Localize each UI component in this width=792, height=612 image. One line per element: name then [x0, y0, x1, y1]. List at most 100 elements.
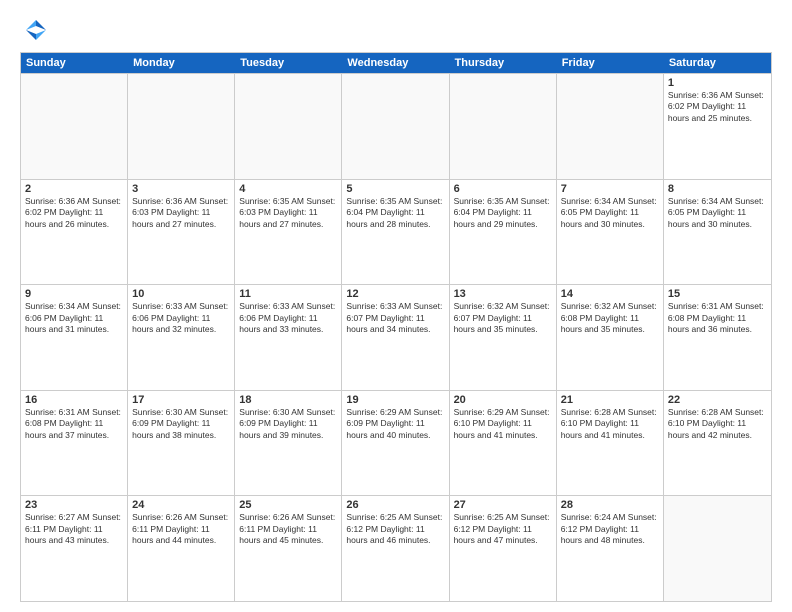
calendar-row: 23Sunrise: 6:27 AM Sunset: 6:11 PM Dayli…: [21, 495, 771, 601]
calendar-cell: 19Sunrise: 6:29 AM Sunset: 6:09 PM Dayli…: [342, 391, 449, 496]
calendar-cell: [21, 74, 128, 179]
day-info: Sunrise: 6:36 AM Sunset: 6:02 PM Dayligh…: [25, 196, 123, 230]
day-number: 10: [132, 288, 230, 300]
day-number: 24: [132, 499, 230, 511]
calendar-cell: [342, 74, 449, 179]
day-number: 27: [454, 499, 552, 511]
calendar-cell: 23Sunrise: 6:27 AM Sunset: 6:11 PM Dayli…: [21, 496, 128, 601]
calendar-cell: [557, 74, 664, 179]
calendar-cell: 13Sunrise: 6:32 AM Sunset: 6:07 PM Dayli…: [450, 285, 557, 390]
day-info: Sunrise: 6:34 AM Sunset: 6:05 PM Dayligh…: [561, 196, 659, 230]
calendar-row: 9Sunrise: 6:34 AM Sunset: 6:06 PM Daylig…: [21, 284, 771, 390]
calendar-cell: 18Sunrise: 6:30 AM Sunset: 6:09 PM Dayli…: [235, 391, 342, 496]
weekday-header: Tuesday: [235, 53, 342, 73]
calendar-body: 1Sunrise: 6:36 AM Sunset: 6:02 PM Daylig…: [21, 73, 771, 601]
day-info: Sunrise: 6:35 AM Sunset: 6:04 PM Dayligh…: [454, 196, 552, 230]
calendar-cell: 6Sunrise: 6:35 AM Sunset: 6:04 PM Daylig…: [450, 180, 557, 285]
day-number: 8: [668, 183, 767, 195]
day-number: 7: [561, 183, 659, 195]
day-info: Sunrise: 6:28 AM Sunset: 6:10 PM Dayligh…: [561, 407, 659, 441]
day-number: 19: [346, 394, 444, 406]
day-number: 13: [454, 288, 552, 300]
calendar-row: 1Sunrise: 6:36 AM Sunset: 6:02 PM Daylig…: [21, 73, 771, 179]
calendar-cell: [235, 74, 342, 179]
day-info: Sunrise: 6:33 AM Sunset: 6:07 PM Dayligh…: [346, 301, 444, 335]
day-info: Sunrise: 6:36 AM Sunset: 6:02 PM Dayligh…: [668, 90, 767, 124]
day-info: Sunrise: 6:26 AM Sunset: 6:11 PM Dayligh…: [239, 512, 337, 546]
day-info: Sunrise: 6:25 AM Sunset: 6:12 PM Dayligh…: [346, 512, 444, 546]
day-number: 17: [132, 394, 230, 406]
calendar-cell: 2Sunrise: 6:36 AM Sunset: 6:02 PM Daylig…: [21, 180, 128, 285]
day-number: 1: [668, 77, 767, 89]
calendar-cell: 1Sunrise: 6:36 AM Sunset: 6:02 PM Daylig…: [664, 74, 771, 179]
calendar-cell: 3Sunrise: 6:36 AM Sunset: 6:03 PM Daylig…: [128, 180, 235, 285]
day-number: 26: [346, 499, 444, 511]
weekday-header: Sunday: [21, 53, 128, 73]
calendar-cell: 21Sunrise: 6:28 AM Sunset: 6:10 PM Dayli…: [557, 391, 664, 496]
calendar-cell: 25Sunrise: 6:26 AM Sunset: 6:11 PM Dayli…: [235, 496, 342, 601]
calendar-cell: 8Sunrise: 6:34 AM Sunset: 6:05 PM Daylig…: [664, 180, 771, 285]
weekday-header: Thursday: [450, 53, 557, 73]
calendar-cell: 9Sunrise: 6:34 AM Sunset: 6:06 PM Daylig…: [21, 285, 128, 390]
weekday-header: Saturday: [664, 53, 771, 73]
day-number: 21: [561, 394, 659, 406]
calendar-cell: 4Sunrise: 6:35 AM Sunset: 6:03 PM Daylig…: [235, 180, 342, 285]
day-info: Sunrise: 6:34 AM Sunset: 6:06 PM Dayligh…: [25, 301, 123, 335]
day-info: Sunrise: 6:34 AM Sunset: 6:05 PM Dayligh…: [668, 196, 767, 230]
day-info: Sunrise: 6:32 AM Sunset: 6:08 PM Dayligh…: [561, 301, 659, 335]
day-info: Sunrise: 6:36 AM Sunset: 6:03 PM Dayligh…: [132, 196, 230, 230]
day-number: 12: [346, 288, 444, 300]
weekday-header: Friday: [557, 53, 664, 73]
day-info: Sunrise: 6:28 AM Sunset: 6:10 PM Dayligh…: [668, 407, 767, 441]
day-number: 16: [25, 394, 123, 406]
day-number: 15: [668, 288, 767, 300]
day-number: 18: [239, 394, 337, 406]
calendar-cell: 20Sunrise: 6:29 AM Sunset: 6:10 PM Dayli…: [450, 391, 557, 496]
day-number: 22: [668, 394, 767, 406]
logo: [20, 16, 50, 44]
calendar-cell: 5Sunrise: 6:35 AM Sunset: 6:04 PM Daylig…: [342, 180, 449, 285]
calendar-cell: 28Sunrise: 6:24 AM Sunset: 6:12 PM Dayli…: [557, 496, 664, 601]
day-number: 4: [239, 183, 337, 195]
day-info: Sunrise: 6:29 AM Sunset: 6:09 PM Dayligh…: [346, 407, 444, 441]
day-info: Sunrise: 6:35 AM Sunset: 6:03 PM Dayligh…: [239, 196, 337, 230]
day-info: Sunrise: 6:31 AM Sunset: 6:08 PM Dayligh…: [668, 301, 767, 335]
day-number: 9: [25, 288, 123, 300]
day-info: Sunrise: 6:35 AM Sunset: 6:04 PM Dayligh…: [346, 196, 444, 230]
calendar-row: 16Sunrise: 6:31 AM Sunset: 6:08 PM Dayli…: [21, 390, 771, 496]
day-number: 25: [239, 499, 337, 511]
day-number: 23: [25, 499, 123, 511]
day-number: 14: [561, 288, 659, 300]
calendar-cell: [128, 74, 235, 179]
day-info: Sunrise: 6:30 AM Sunset: 6:09 PM Dayligh…: [132, 407, 230, 441]
calendar-cell: 22Sunrise: 6:28 AM Sunset: 6:10 PM Dayli…: [664, 391, 771, 496]
calendar-header: SundayMondayTuesdayWednesdayThursdayFrid…: [21, 53, 771, 73]
day-info: Sunrise: 6:25 AM Sunset: 6:12 PM Dayligh…: [454, 512, 552, 546]
day-info: Sunrise: 6:32 AM Sunset: 6:07 PM Dayligh…: [454, 301, 552, 335]
weekday-header: Monday: [128, 53, 235, 73]
day-number: 5: [346, 183, 444, 195]
day-info: Sunrise: 6:33 AM Sunset: 6:06 PM Dayligh…: [239, 301, 337, 335]
calendar-cell: 24Sunrise: 6:26 AM Sunset: 6:11 PM Dayli…: [128, 496, 235, 601]
calendar: SundayMondayTuesdayWednesdayThursdayFrid…: [20, 52, 772, 602]
calendar-cell: 11Sunrise: 6:33 AM Sunset: 6:06 PM Dayli…: [235, 285, 342, 390]
calendar-cell: 15Sunrise: 6:31 AM Sunset: 6:08 PM Dayli…: [664, 285, 771, 390]
calendar-cell: 26Sunrise: 6:25 AM Sunset: 6:12 PM Dayli…: [342, 496, 449, 601]
weekday-header: Wednesday: [342, 53, 449, 73]
day-info: Sunrise: 6:26 AM Sunset: 6:11 PM Dayligh…: [132, 512, 230, 546]
calendar-cell: 10Sunrise: 6:33 AM Sunset: 6:06 PM Dayli…: [128, 285, 235, 390]
day-info: Sunrise: 6:33 AM Sunset: 6:06 PM Dayligh…: [132, 301, 230, 335]
day-number: 2: [25, 183, 123, 195]
calendar-cell: 27Sunrise: 6:25 AM Sunset: 6:12 PM Dayli…: [450, 496, 557, 601]
day-info: Sunrise: 6:31 AM Sunset: 6:08 PM Dayligh…: [25, 407, 123, 441]
logo-icon: [22, 16, 50, 44]
page: SundayMondayTuesdayWednesdayThursdayFrid…: [0, 0, 792, 612]
calendar-row: 2Sunrise: 6:36 AM Sunset: 6:02 PM Daylig…: [21, 179, 771, 285]
calendar-cell: [450, 74, 557, 179]
calendar-cell: 17Sunrise: 6:30 AM Sunset: 6:09 PM Dayli…: [128, 391, 235, 496]
day-info: Sunrise: 6:29 AM Sunset: 6:10 PM Dayligh…: [454, 407, 552, 441]
day-info: Sunrise: 6:27 AM Sunset: 6:11 PM Dayligh…: [25, 512, 123, 546]
calendar-cell: [664, 496, 771, 601]
calendar-cell: 7Sunrise: 6:34 AM Sunset: 6:05 PM Daylig…: [557, 180, 664, 285]
day-info: Sunrise: 6:24 AM Sunset: 6:12 PM Dayligh…: [561, 512, 659, 546]
